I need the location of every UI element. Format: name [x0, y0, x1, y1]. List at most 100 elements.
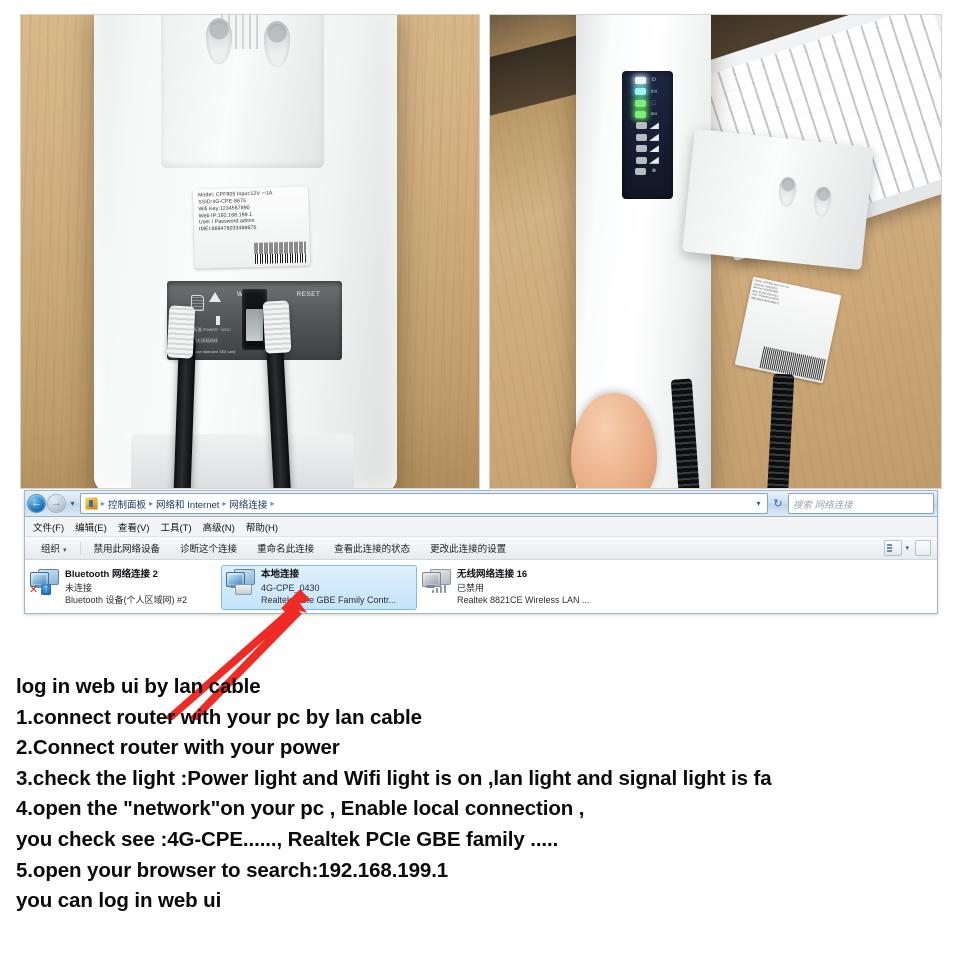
organize-label: 组织 [41, 544, 61, 555]
organize-button[interactable]: 组织 ▾ [31, 541, 77, 555]
signal-bar-icon [648, 145, 659, 153]
power-icon: ⏻ [651, 76, 656, 83]
globe-internet-icon: ⊕ [651, 168, 656, 175]
instruction-line-closing: you can log in web ui [16, 889, 222, 913]
chevron-down-icon[interactable]: ▾ [905, 544, 909, 552]
menu-view[interactable]: 查看(V) [118, 520, 150, 534]
instruction-line-4: 4.open the "network"on your pc , Enable … [16, 797, 585, 821]
insert-direction-arrow-icon [208, 292, 221, 303]
signal-bar-icon [648, 122, 659, 130]
cable-strain-relief-boot [262, 300, 291, 354]
signal-bar-led [635, 145, 647, 153]
led-row-lan: ⬚ [622, 98, 673, 109]
breadcrumb-separator: ▸ [270, 499, 275, 508]
led-row-signal-3 [622, 143, 673, 154]
disconnected-x-icon: ✕ [29, 584, 39, 596]
menu-file[interactable]: 文件(F) [33, 520, 64, 534]
instruction-line-4b: you check see :4G-CPE......, Realtek PCI… [16, 827, 559, 851]
router-back-with-mount-bracket-photo: Model: CPF905 Input:12V ⎓1A SSID:4G-CPE-… [20, 14, 480, 489]
keyhole-slot-icon [206, 17, 233, 64]
search-input[interactable]: 搜索 网络连接 [793, 497, 853, 511]
forward-button[interactable]: → [48, 495, 65, 512]
instruction-line-title: log in web ui by lan cable [16, 675, 261, 698]
network-adapter-icon [422, 569, 452, 595]
signal-bar-led [635, 122, 647, 130]
control-panel-icon [85, 497, 98, 510]
internet-led [635, 168, 647, 176]
rename-connection-button[interactable]: 重命名此连接 [247, 541, 324, 555]
led-row-power: ⏻ [622, 75, 673, 86]
network-connections-explorer-window[interactable]: ← → ▾ ▸ 控制面板 ▸ 网络和 Internet ▸ 网络连接 ▸ ▾ ↻… [24, 490, 938, 614]
power-led [635, 76, 647, 84]
network-adapter-icon: ✕ ᛏ [29, 569, 60, 596]
address-bar: ← → ▾ ▸ 控制面板 ▸ 网络和 Internet ▸ 网络连接 ▸ ▾ ↻… [25, 491, 937, 517]
toolbar-divider [79, 541, 81, 555]
instruction-line-3: 3.check the light :Power light and Wifi … [16, 766, 772, 790]
signal-bar-icon [648, 156, 659, 164]
router-housing: Model: CPF905 Input:12V ⎓1A SSID:4G-CPE-… [94, 15, 397, 488]
diagnose-connection-button[interactable]: 诊断这个连接 [170, 541, 247, 555]
keyhole-slot-icon [813, 186, 834, 218]
wifi-led [635, 88, 647, 96]
refresh-icon[interactable]: ↻ [771, 497, 785, 510]
led-row-signal-4 [622, 155, 673, 166]
connection-name: Bluetooth 网络连接 2 [65, 569, 158, 580]
change-view-button[interactable] [884, 540, 903, 556]
instruction-line-5: 5.open your browser to search:192.168.19… [16, 858, 449, 882]
change-connection-settings-button[interactable]: 更改此连接的设置 [420, 541, 516, 555]
list-item[interactable]: ✕ ᛏ Bluetooth 网络连接 2 未连接 Bluetooth 设备(个人… [25, 565, 221, 610]
led-row-wifi: ((•)) [622, 86, 673, 97]
connection-status: 已禁用 [457, 582, 485, 593]
recent-pages-button[interactable]: ▾ [68, 497, 77, 511]
menu-help[interactable]: 帮助(H) [246, 520, 278, 534]
instruction-text-block: log in web ui by lan cable 1.connect rou… [16, 672, 960, 917]
signal-bar-icon [648, 133, 659, 141]
breadcrumb-item-control-panel[interactable]: 控制面板 [106, 497, 148, 511]
led-row-internet: ⊕ [622, 166, 673, 177]
keyhole-slot-icon [777, 176, 798, 208]
command-toolbar: 组织 ▾ 禁用此网络设备 诊断这个连接 重命名此连接 查看此连接的状态 更改此连接… [25, 537, 937, 560]
network-connections-list: ✕ ᛏ Bluetooth 网络连接 2 未连接 Bluetooth 设备(个人… [25, 560, 937, 613]
breadcrumb[interactable]: ▸ 控制面板 ▸ 网络和 Internet ▸ 网络连接 ▸ ▾ [80, 493, 768, 514]
menu-tools[interactable]: 工具(T) [160, 520, 191, 534]
signal-bar-led [635, 133, 647, 141]
keyhole-slot-icon [263, 20, 290, 67]
menu-bar: 文件(F) 编辑(E) 查看(V) 工具(T) 高级(N) 帮助(H) [25, 517, 937, 537]
menu-edit[interactable]: 编辑(E) [75, 520, 107, 534]
bluetooth-icon: ᛏ [41, 584, 51, 595]
list-item[interactable]: 无线网络连接 16 已禁用 Realtek 8821CE Wireless LA… [417, 565, 613, 610]
chevron-down-icon: ▾ [63, 547, 67, 554]
lan-icon: ⬚ [651, 99, 657, 106]
breadcrumb-item-network-and-internet[interactable]: 网络和 Internet [154, 497, 221, 511]
cable-strain-relief-boot [166, 305, 196, 359]
signal-label-icon: SIG [650, 111, 658, 116]
reset-port-label: RESET [296, 290, 321, 298]
wall-mount-bracket [682, 128, 875, 271]
menu-advanced[interactable]: 高级(N) [203, 520, 235, 534]
connection-status: 未连接 [65, 582, 93, 593]
network-adapter-icon [226, 569, 256, 595]
search-box[interactable]: 搜索 网络连接 [788, 493, 934, 514]
instruction-line-2: 2.Connect router with your power [16, 736, 340, 760]
instruction-line-1: 1.connect router with your pc by lan cab… [16, 705, 422, 729]
back-button[interactable]: ← [28, 495, 45, 512]
signal-bar-led [635, 156, 647, 164]
view-connection-status-button[interactable]: 查看此连接的状态 [324, 541, 420, 555]
wall-mount-bracket [160, 15, 324, 169]
insert-direction-arrow-stem-icon [216, 315, 221, 325]
list-item[interactable]: 本地连接 4G-CPE_0430 Realtek PCIe GBE Family… [221, 565, 417, 611]
preview-pane-button[interactable] [915, 540, 931, 556]
led-row-signal-1 [622, 120, 673, 131]
rj45-jack-inner [245, 308, 264, 341]
lan-led [635, 99, 647, 107]
device-spec-label: Model: CPF905 Input:12V 1A SSID:4G-CPE-8… [734, 276, 842, 383]
connection-status: 4G-CPE_0430 [261, 582, 320, 593]
connection-device: Realtek PCIe GBE Family Contr... [261, 594, 397, 605]
disable-network-device-button[interactable]: 禁用此网络设备 [84, 541, 171, 555]
connection-device: Bluetooth 设备(个人区域网) #2 [65, 594, 188, 605]
chevron-down-icon[interactable]: ▾ [752, 499, 765, 508]
router-led-indicator-panel-photo: ⏻ ((•)) ⬚ SIG ⊕ Model: CPF905 Input:12V … [489, 14, 942, 489]
breadcrumb-item-network-connections[interactable]: 网络连接 [227, 497, 269, 511]
led-row-signal-2 [622, 132, 673, 143]
led-row-signal-label: SIG [622, 109, 673, 120]
